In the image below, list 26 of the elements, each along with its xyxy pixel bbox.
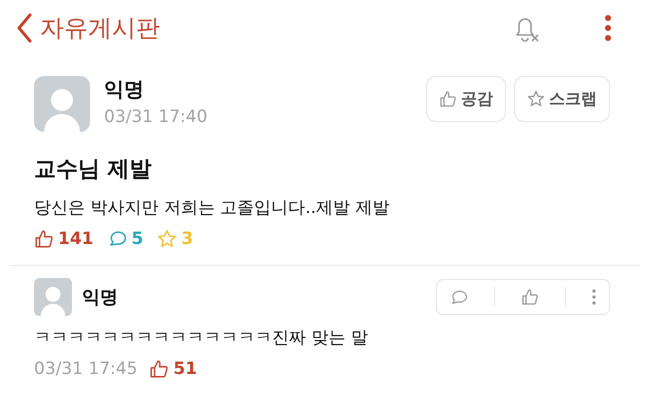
avatar-icon	[34, 76, 90, 132]
star-icon	[157, 229, 178, 249]
thumbs-up-icon	[34, 229, 54, 249]
thumbs-up-icon	[149, 359, 170, 379]
post-title: 교수님 제발	[34, 156, 153, 184]
scrap-count: 3	[181, 229, 194, 249]
reply-icon[interactable]	[450, 288, 468, 306]
back-link[interactable]: 자유게시판	[16, 12, 160, 44]
post-body: 당신은 박사지만 저희는 고졸입니다..제발 제발	[34, 197, 390, 219]
back-chevron-icon	[16, 13, 32, 43]
avatar-icon	[34, 278, 72, 316]
comment-count: 5	[132, 229, 144, 249]
author-name: 익명	[104, 76, 145, 103]
author-name: 익명	[82, 286, 118, 309]
more-menu-icon[interactable]	[604, 13, 612, 43]
like-button[interactable]: 공감	[426, 76, 506, 122]
scrap-button[interactable]: 스크랩	[514, 76, 610, 122]
comment-time: 03/31 17:45	[34, 359, 138, 379]
thumbs-up-icon[interactable]	[521, 288, 539, 306]
more-menu-icon[interactable]	[592, 289, 596, 305]
like-count: 141	[58, 229, 94, 249]
like-count: 51	[173, 359, 198, 379]
comment-text: ㅋㅋㅋㅋㅋㅋㅋㅋㅋㅋㅋㅋㅋㅋ진짜 맞는 말	[34, 327, 369, 349]
thumbs-up-icon	[439, 90, 457, 108]
post-time: 03/31 17:40	[104, 107, 208, 127]
star-icon	[527, 90, 545, 108]
